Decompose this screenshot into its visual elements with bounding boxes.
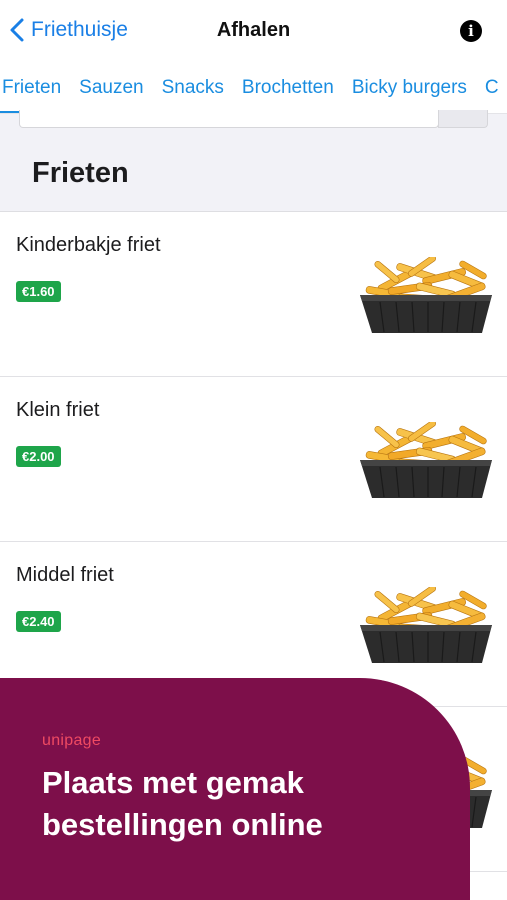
fries-image	[359, 587, 493, 664]
fries-image	[359, 422, 493, 499]
fries-image	[359, 257, 493, 334]
item-name: Middel friet	[16, 564, 114, 586]
promo-line-1: Plaats met gemak	[42, 765, 304, 800]
section-header: Frieten	[0, 132, 507, 212]
search-button[interactable]	[438, 110, 488, 128]
section-title: Frieten	[32, 157, 129, 189]
tab-sauzen[interactable]: Sauzen	[70, 62, 152, 113]
category-tabs: Frieten Sauzen Snacks Brochetten Bicky burge…	[0, 62, 507, 114]
promo-line-2: bestellingen online	[42, 807, 323, 842]
tab-snacks[interactable]: Snacks	[153, 62, 233, 113]
price-badge: €2.00	[16, 446, 61, 467]
tab-next-category[interactable]: C	[476, 62, 507, 113]
price-badge: €2.40	[16, 611, 61, 632]
unipage-logo: unipage	[42, 732, 102, 749]
item-name: Klein friet	[16, 399, 100, 421]
page-title: Afhalen	[216, 19, 291, 41]
menu-item[interactable]: Klein friet €2.00	[0, 377, 507, 542]
navigation-bar: Friethuisje Afhalen i	[0, 0, 507, 62]
tab-frieten[interactable]: Frieten	[0, 62, 71, 113]
item-name: Kinderbakje friet	[16, 234, 161, 256]
search-area	[0, 110, 507, 132]
info-icon[interactable]: i	[460, 20, 482, 42]
search-input[interactable]	[19, 110, 439, 128]
promo-banner[interactable]: unipage Plaats met gemak bestellingen on…	[0, 678, 470, 900]
tab-bicky-burgers[interactable]: Bicky burgers	[343, 62, 476, 113]
promo-text: Plaats met gemak bestellingen online	[42, 762, 442, 846]
tab-brochetten[interactable]: Brochetten	[233, 62, 343, 113]
menu-item[interactable]: Kinderbakje friet €1.60	[0, 212, 507, 377]
price-badge: €1.60	[16, 281, 61, 302]
